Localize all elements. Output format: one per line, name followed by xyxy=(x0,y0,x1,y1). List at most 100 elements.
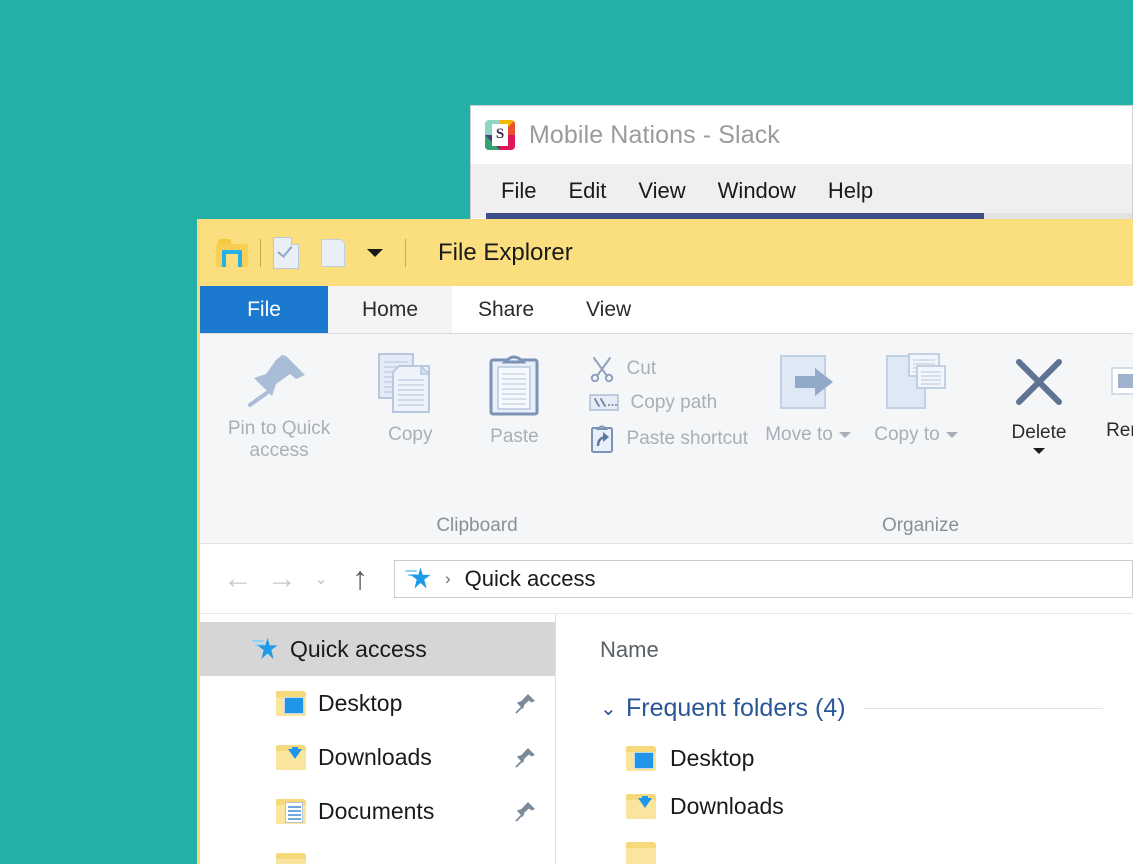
explorer-titlebar[interactable]: File Explorer xyxy=(200,220,1133,286)
delete-label: Delete xyxy=(1011,422,1067,443)
sidebar-item-label: Quick access xyxy=(290,635,427,662)
file-list-item-partial[interactable] xyxy=(600,830,1133,864)
chevron-down-icon[interactable] xyxy=(838,431,851,438)
pin-icon[interactable] xyxy=(515,800,537,822)
scissors-icon xyxy=(589,356,615,383)
rename-icon xyxy=(1108,352,1133,410)
chevron-down-icon[interactable] xyxy=(367,249,383,257)
sidebar-item-label: Downloads xyxy=(318,743,432,770)
slack-titlebar[interactable]: S Mobile Nations - Slack xyxy=(471,106,1132,164)
move-to-icon xyxy=(775,352,841,414)
ribbon-group-organize-label: Organize xyxy=(881,515,960,536)
copy-to-icon xyxy=(883,352,949,414)
tab-home[interactable]: Home xyxy=(328,286,452,333)
navigation-bar: ← → ⌄ ↑ › Quick access xyxy=(200,544,1133,614)
explorer-window-title: File Explorer xyxy=(438,239,573,266)
move-to-button[interactable]: Move to xyxy=(754,346,862,446)
slack-logo: S xyxy=(485,120,515,150)
breadcrumb-separator: › xyxy=(445,568,451,588)
tab-view[interactable]: View xyxy=(560,286,657,333)
ribbon-body: Pin to Quick access Copy Paste Cut Copy … xyxy=(200,334,1133,544)
slack-menu-view[interactable]: View xyxy=(622,178,701,204)
tab-file[interactable]: File xyxy=(200,286,328,333)
paste-label: Paste xyxy=(490,426,539,447)
breadcrumb-quick-access[interactable]: Quick access xyxy=(465,566,596,592)
sidebar-item-label: Documents xyxy=(318,797,435,824)
sidebar-item-downloads[interactable]: Downloads xyxy=(200,730,555,784)
back-button[interactable]: ← xyxy=(216,557,260,601)
paste-shortcut-label: Paste shortcut xyxy=(626,428,748,449)
ribbon-group-organize: Move to Copy to Delete Re Organize xyxy=(754,334,1133,543)
quick-access-star-icon xyxy=(405,567,431,591)
delete-button[interactable]: Delete xyxy=(991,346,1087,455)
ribbon-group-clipboard: Pin to Quick access Copy Paste Cut Copy … xyxy=(200,334,754,543)
folder-icon xyxy=(276,852,306,864)
copy-button[interactable]: Copy xyxy=(358,346,462,446)
quick-access-star-icon xyxy=(252,637,278,661)
forward-button[interactable]: → xyxy=(260,557,304,601)
sidebar-item-label: Desktop xyxy=(318,689,403,716)
chevron-down-icon[interactable] xyxy=(1033,448,1045,455)
paste-button[interactable]: Paste xyxy=(462,346,566,448)
pin-icon xyxy=(246,352,312,408)
group-header-rule xyxy=(863,707,1103,709)
copy-path-icon xyxy=(588,392,619,414)
file-list-item-downloads[interactable]: Downloads xyxy=(600,782,1133,830)
toolbar-divider-2 xyxy=(405,239,406,267)
tab-share[interactable]: Share xyxy=(452,286,560,333)
explorer-main: Quick access Desktop Downloads Documents… xyxy=(200,614,1133,864)
file-explorer-window[interactable]: File Explorer File Home Share View Pin t… xyxy=(197,219,1133,864)
copy-to-button[interactable]: Copy to xyxy=(862,346,970,446)
toolbar-divider xyxy=(260,239,261,267)
clipboard-small-buttons: Cut Copy path Paste shortcut xyxy=(583,346,754,456)
move-to-label: Move to xyxy=(765,424,851,446)
up-button[interactable]: ↑ xyxy=(338,557,382,601)
properties-icon[interactable] xyxy=(273,237,299,269)
cut-button[interactable]: Cut xyxy=(583,354,754,384)
rename-button[interactable]: Rename xyxy=(1087,346,1133,442)
slack-menu-edit[interactable]: Edit xyxy=(552,178,622,204)
paste-shortcut-button[interactable]: Paste shortcut xyxy=(583,422,754,456)
folder-icon xyxy=(626,841,656,864)
new-folder-icon[interactable] xyxy=(321,239,345,267)
slack-window-title: Mobile Nations - Slack xyxy=(529,120,780,149)
folder-documents-icon xyxy=(276,798,306,824)
chevron-down-icon[interactable] xyxy=(945,431,958,438)
paste-icon xyxy=(483,352,545,416)
slack-menubar: File Edit View Window Help xyxy=(471,164,1132,218)
copy-path-button[interactable]: Copy path xyxy=(583,390,754,416)
chevron-down-icon[interactable]: ⌄ xyxy=(600,696,626,721)
recent-locations-button[interactable]: ⌄ xyxy=(304,569,338,589)
sidebar-item-desktop[interactable]: Desktop xyxy=(200,676,555,730)
column-header-name[interactable]: Name xyxy=(600,637,659,663)
delete-icon xyxy=(1009,352,1069,412)
slack-menu-window[interactable]: Window xyxy=(702,178,812,204)
slack-window[interactable]: S Mobile Nations - Slack File Edit View … xyxy=(470,105,1133,221)
sidebar-item-documents[interactable]: Documents xyxy=(200,784,555,838)
file-item-label: Desktop xyxy=(670,744,755,771)
explorer-icon xyxy=(216,239,248,267)
file-list-pane: Name ⌄ Frequent folders (4) Desktop Down… xyxy=(556,614,1133,864)
navigation-pane: Quick access Desktop Downloads Documents xyxy=(200,614,556,864)
sidebar-item-partial[interactable] xyxy=(200,838,555,864)
slack-menu-file[interactable]: File xyxy=(485,178,552,204)
group-header-frequent-folders[interactable]: ⌄ Frequent folders (4) xyxy=(600,682,1133,734)
cut-label: Cut xyxy=(626,358,657,379)
copy-label: Copy xyxy=(388,424,433,445)
folder-downloads-icon xyxy=(626,793,656,819)
copy-icon xyxy=(377,352,443,414)
copy-path-label: Copy path xyxy=(630,392,718,413)
folder-downloads-icon xyxy=(276,744,306,770)
file-list-item-desktop[interactable]: Desktop xyxy=(600,734,1133,782)
ribbon-tab-strip: File Home Share View xyxy=(200,286,1133,334)
pin-to-quick-access-button[interactable]: Pin to Quick access xyxy=(200,346,358,463)
rename-label: Rename xyxy=(1106,420,1133,441)
slack-menu-help[interactable]: Help xyxy=(812,178,889,204)
sidebar-item-quick-access[interactable]: Quick access xyxy=(200,622,555,676)
column-header-row: Name xyxy=(600,624,1133,676)
address-bar[interactable]: › Quick access xyxy=(394,559,1133,598)
pin-icon[interactable] xyxy=(515,746,537,768)
pin-icon[interactable] xyxy=(515,692,537,714)
slack-logo-letter: S xyxy=(491,124,509,146)
copy-to-label: Copy to xyxy=(874,424,958,446)
